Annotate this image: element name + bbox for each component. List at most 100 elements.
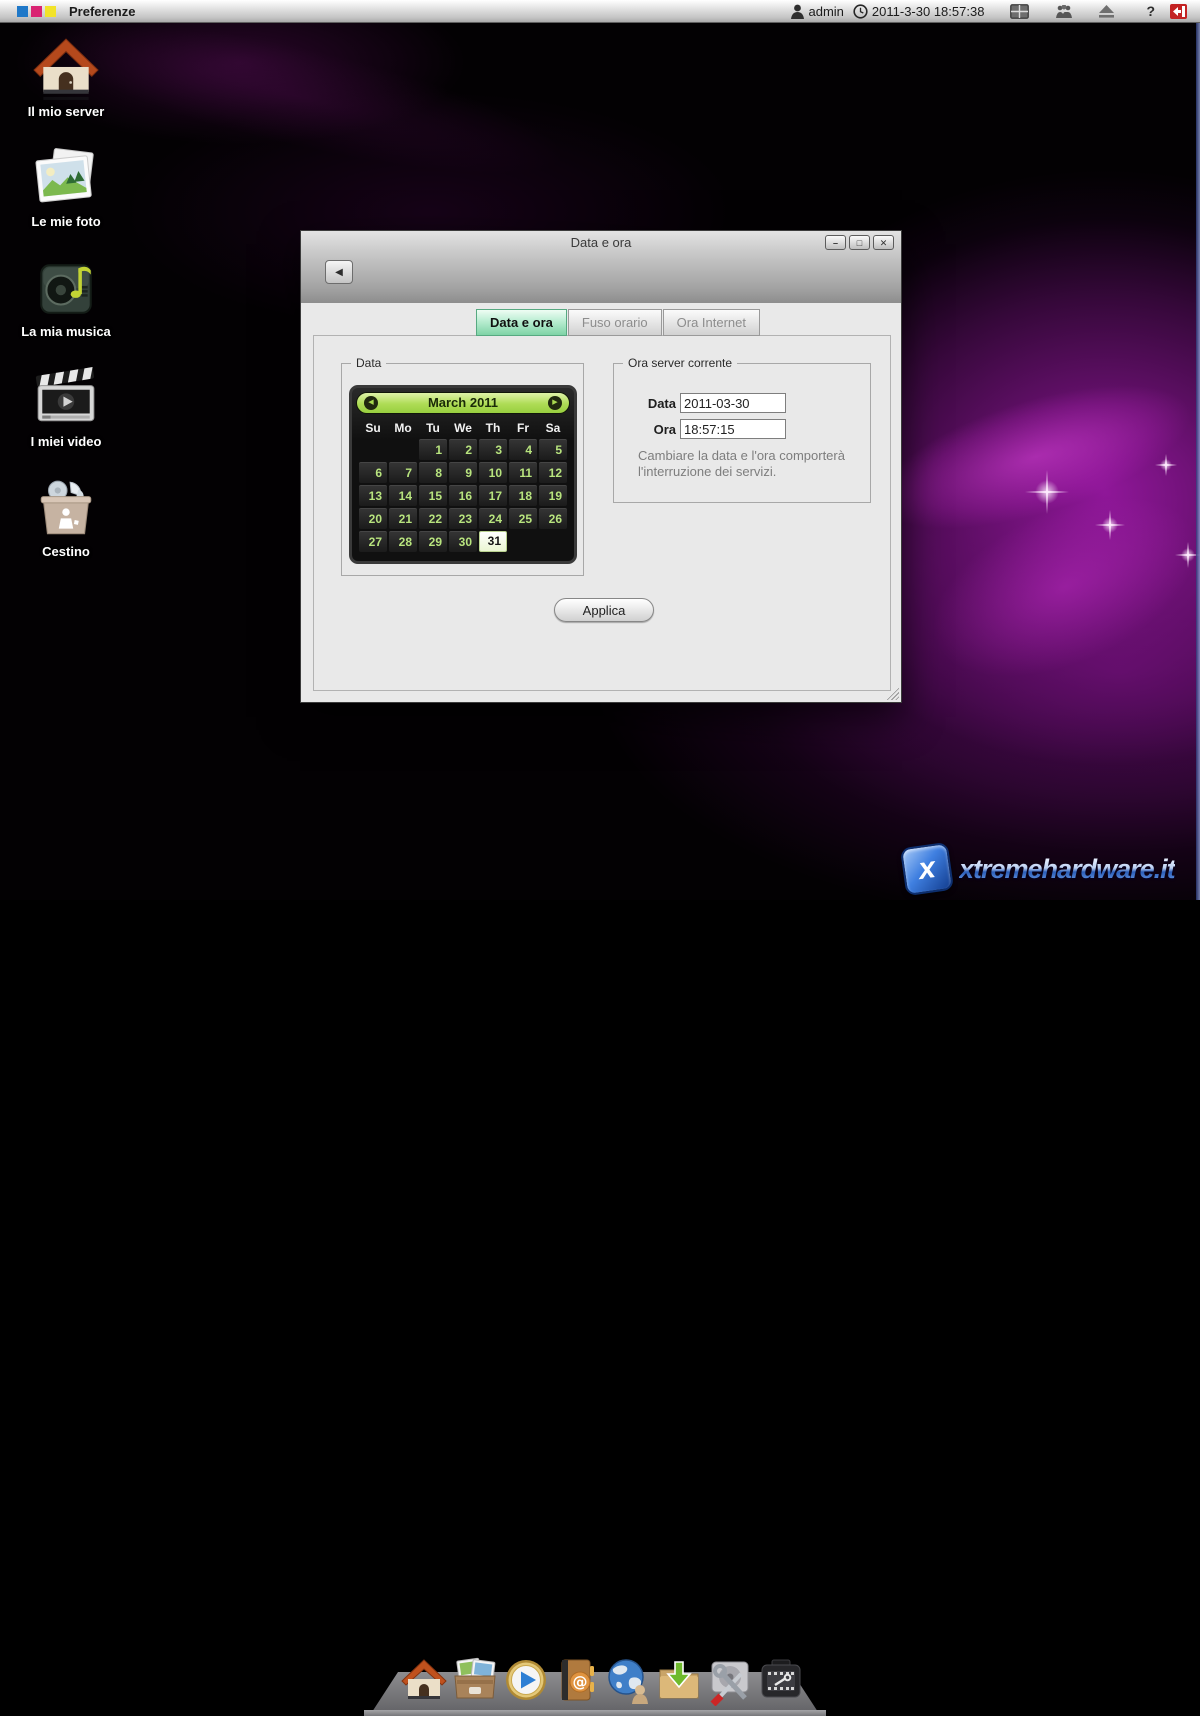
watermark-logo: x [900,842,954,896]
calendar-day[interactable]: 11 [509,462,537,483]
menubar-brand-dots [17,6,56,17]
disk-tools-icon [707,1656,753,1706]
time-field[interactable] [680,419,786,439]
calendar-day[interactable]: 22 [419,508,447,529]
calendar-prev-button[interactable]: ◀ [364,396,378,410]
calendar-day[interactable]: 5 [539,439,567,460]
dock-base [364,1710,826,1716]
home-icon [33,33,99,103]
calendar-day-header: Th [479,419,507,437]
calendar-day[interactable]: 12 [539,462,567,483]
calendar-day[interactable]: 8 [419,462,447,483]
calendar-next-button[interactable]: ▶ [548,396,562,410]
calendar-day[interactable]: 30 [449,531,477,552]
minimize-icon: – [833,238,838,248]
maximize-icon: □ [857,238,862,248]
svg-text:@: @ [573,1673,588,1691]
calendar-day[interactable]: 31 [479,531,507,552]
globe-user-icon [605,1656,651,1706]
tab-date-time[interactable]: Data e ora [476,309,567,336]
desktop-shortcut-my-server[interactable]: Il mio server [12,33,120,143]
calendar-day[interactable]: 1 [419,439,447,460]
calendar-day[interactable]: 3 [479,439,507,460]
dock-item-toolbox[interactable] [758,1656,804,1706]
calendar-day[interactable]: 27 [359,531,387,552]
calendar-day[interactable]: 13 [359,485,387,506]
calendar-day[interactable]: 20 [359,508,387,529]
calendar-day[interactable]: 21 [389,508,417,529]
dock-item-photos[interactable] [452,1656,498,1706]
toolbox-icon [758,1656,804,1706]
dock-item-system-tools[interactable] [707,1656,753,1706]
desktop-shortcut-label: La mia musica [21,324,111,339]
tab-timezone[interactable]: Fuso orario [568,309,662,336]
eject-icon [1099,5,1114,18]
clock-display: 2011-3-30 18:57:38 [853,4,985,19]
close-icon: ✕ [880,238,888,248]
calendar-day[interactable]: 4 [509,439,537,460]
calendar-header: ◀ March 2011 ▶ [356,392,570,414]
date-field-label: Data [614,396,676,411]
screen-edge-stripe [1196,22,1200,900]
calendar-day[interactable]: 15 [419,485,447,506]
pilot-view-button[interactable] [1010,4,1029,19]
back-button[interactable]: ◀ [325,260,353,284]
dock-item-internet[interactable] [605,1656,651,1706]
logout-button[interactable] [1170,4,1187,19]
calendar-day-header: Tu [419,419,447,437]
date-field[interactable] [680,393,786,413]
desktop-shortcut-my-videos[interactable]: I miei video [12,363,120,473]
dock-item-home[interactable] [401,1656,447,1706]
content-panel: Data ◀ March 2011 ▶ SuMoTuWeThFrSa 12345… [313,335,891,691]
brand-dot-blue [17,6,28,17]
window-body: Data e ora Fuso orario Ora Internet Data… [301,303,901,702]
desktop-shortcut-my-photos[interactable]: Le mie foto [12,143,120,253]
menubar-right: admin 2011-3-30 18:57:38 [791,3,1187,19]
close-button[interactable]: ✕ [873,235,894,250]
calendar-day[interactable]: 10 [479,462,507,483]
server-time-note: Cambiare la data e l'ora comporterà l'in… [638,448,874,481]
calendar-day[interactable]: 2 [449,439,477,460]
window-header[interactable]: Data e ora – □ ✕ ◀ [301,231,901,304]
calendar-day[interactable]: 6 [359,462,387,483]
brand-dot-magenta [31,6,42,17]
tab-internet-time[interactable]: Ora Internet [663,309,760,336]
help-button[interactable]: ? [1140,3,1161,19]
photo-box-icon [452,1656,498,1706]
calendar-day[interactable]: 9 [449,462,477,483]
connected-users-button[interactable] [1055,5,1073,18]
sparkle [1095,510,1125,540]
window-title: Data e ora [301,235,901,250]
desktop-shortcut-my-music[interactable]: La mia musica [12,253,120,363]
calendar-day[interactable]: 7 [389,462,417,483]
desktop-shortcut-trash[interactable]: Cestino [12,473,120,583]
calendar-day-header: Sa [539,419,567,437]
dock-item-media-player[interactable] [503,1656,549,1706]
brand-dot-yellow [45,6,56,17]
calendar-day[interactable]: 23 [449,508,477,529]
apply-button[interactable]: Applica [554,598,654,622]
dock-item-contacts[interactable]: @ [554,1656,600,1706]
watermark-text: xtremehardware.it [959,854,1175,885]
calendar-day[interactable]: 14 [389,485,417,506]
calendar-day[interactable]: 26 [539,508,567,529]
eject-button[interactable] [1099,5,1114,18]
calendar-day[interactable]: 24 [479,508,507,529]
calendar-day[interactable]: 17 [479,485,507,506]
dock-item-download[interactable] [656,1656,702,1706]
calendar-empty-cell [509,531,537,552]
maximize-button[interactable]: □ [849,235,870,250]
calendar-day[interactable]: 16 [449,485,477,506]
calendar-day[interactable]: 18 [509,485,537,506]
minimize-button[interactable]: – [825,235,846,250]
desktop-icon-column: Il mio server Le mie foto [12,33,120,583]
user-name: admin [808,4,843,19]
calendar-empty-cell [539,531,567,552]
calendar-day[interactable]: 28 [389,531,417,552]
calendar-day[interactable]: 19 [539,485,567,506]
calendar-day[interactable]: 25 [509,508,537,529]
menubar-datetime: 2011-3-30 18:57:38 [872,4,985,19]
calendar: ◀ March 2011 ▶ SuMoTuWeThFrSa 1234567891… [349,385,577,564]
calendar-day[interactable]: 29 [419,531,447,552]
user-menu[interactable]: admin [791,4,843,19]
